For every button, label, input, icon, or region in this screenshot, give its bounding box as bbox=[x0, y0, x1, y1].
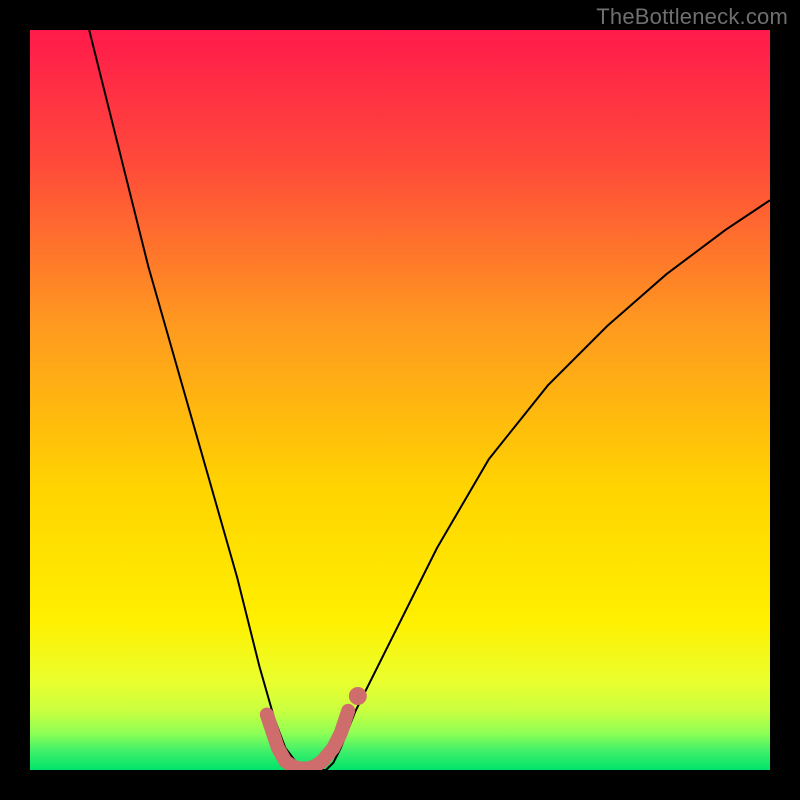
plot-area bbox=[30, 30, 770, 770]
watermark-text: TheBottleneck.com bbox=[596, 4, 788, 30]
gradient-background bbox=[30, 30, 770, 770]
chart-svg bbox=[30, 30, 770, 770]
chart-frame: TheBottleneck.com bbox=[0, 0, 800, 800]
u-marker-dot bbox=[349, 687, 367, 705]
